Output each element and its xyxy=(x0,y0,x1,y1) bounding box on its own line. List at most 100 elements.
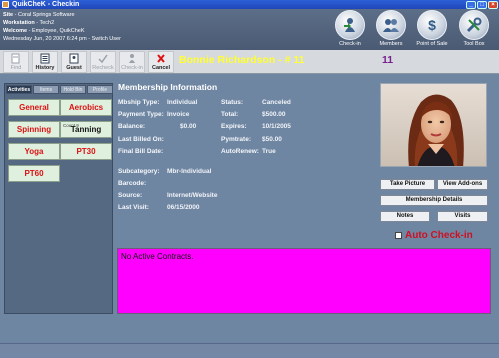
nav-pos-label: Point of Sale xyxy=(416,41,448,47)
nav-toolbox-label: Tool Box xyxy=(463,41,485,47)
find-button[interactable]: Find xyxy=(3,51,29,73)
total-label: Total: xyxy=(221,111,239,118)
nav-checkin-label: Check-in xyxy=(339,41,361,47)
subcategory-value: Mbr-Individual xyxy=(167,168,212,175)
header-bar: Site - Coral Springs Software Workstatio… xyxy=(0,9,499,50)
activity-general-button[interactable]: General xyxy=(8,99,60,116)
recheck-icon xyxy=(98,54,108,64)
mbship-type-value: Individual xyxy=(167,99,198,106)
membership-info-title: Membership Information xyxy=(118,82,218,92)
checkin-button[interactable]: Check-in xyxy=(119,51,145,73)
workstation-value: Tech2 xyxy=(39,20,55,26)
minimize-icon[interactable]: _ xyxy=(466,1,476,9)
take-picture-button[interactable]: Take Picture xyxy=(380,179,435,190)
window-title: QuikCheK - Checkin xyxy=(12,1,80,8)
app-icon xyxy=(2,1,9,8)
dollar-icon: $ xyxy=(417,10,447,40)
contracts-message: No Active Contracts. xyxy=(121,252,194,261)
tab-hold-bin[interactable]: Hold Bin xyxy=(60,85,86,94)
auto-checkin-label: Auto Check-in xyxy=(405,230,473,241)
toolbar: Find History Guest Recheck Check-in Canc… xyxy=(0,50,499,74)
checkin-small-icon xyxy=(129,54,135,63)
guest-icon xyxy=(69,53,79,64)
recheck-button[interactable]: Recheck xyxy=(90,51,116,73)
tab-items[interactable]: Items xyxy=(33,85,59,94)
expires-label: Expires: xyxy=(221,123,247,130)
nav-members-label: Members xyxy=(379,41,403,47)
datetime: Wednesday Jun, 20 2007 6:24 pm xyxy=(3,36,87,42)
activity-pt60-button[interactable]: PT60 xyxy=(8,165,60,182)
status-value: Canceled xyxy=(262,99,291,106)
site-label: Site xyxy=(3,12,14,18)
activity-spinning-button[interactable]: Spinning xyxy=(8,121,60,138)
last-visit-value: 06/15/2000 xyxy=(167,204,200,211)
checkin-label: Check-in xyxy=(121,65,143,71)
guest-button[interactable]: Guest xyxy=(61,51,87,73)
close-icon[interactable]: × xyxy=(488,1,498,9)
tab-activities[interactable]: Activities xyxy=(6,85,32,94)
last-billed-label: Last Billed On: xyxy=(118,136,164,143)
status-bar xyxy=(0,343,499,358)
nav-checkin-button[interactable]: Check-in xyxy=(330,10,370,50)
activity-aerobics-button[interactable]: Aerobics xyxy=(60,99,112,116)
autorenew-value: True xyxy=(262,148,276,155)
view-addons-button[interactable]: View Add-ons xyxy=(437,179,488,190)
pymtrate-label: Pymtrate: xyxy=(221,136,251,143)
activities-panel: Activities Items Hold Bin Profile Genera… xyxy=(4,83,113,314)
barcode-label: Barcode: xyxy=(118,180,147,187)
cancel-button[interactable]: Cancel xyxy=(148,51,174,73)
source-value: Internet/Website xyxy=(167,192,218,199)
notes-button[interactable]: Notes xyxy=(380,211,430,222)
svg-text:$: $ xyxy=(428,17,436,33)
find-label: Find xyxy=(10,65,22,71)
nav-members-button[interactable]: Members xyxy=(371,10,411,50)
cancel-icon xyxy=(157,54,165,63)
activity-tanning-button[interactable]: Count 9 Tanning xyxy=(60,121,112,138)
recheck-label: Recheck xyxy=(92,65,114,71)
toolbox-icon xyxy=(459,10,489,40)
members-icon xyxy=(376,10,406,40)
member-name: Bonnie Richardson - # 11 xyxy=(179,54,305,66)
expires-value: 10/1/2005 xyxy=(262,123,291,130)
session-info: Site - Coral Springs Software Workstatio… xyxy=(3,12,121,42)
welcome-value: Employee, QuikCheK xyxy=(31,28,85,34)
window-title-bar: QuikCheK - Checkin _ □ × xyxy=(0,0,499,9)
activity-pt30-button[interactable]: PT30 xyxy=(60,143,112,160)
payment-type-value: Invoice xyxy=(167,111,190,118)
last-visit-label: Last Visit: xyxy=(118,204,149,211)
visits-button[interactable]: Visits xyxy=(437,211,488,222)
auto-checkin-toggle[interactable]: Auto Check-in xyxy=(395,230,473,241)
status-label: Status: xyxy=(221,99,244,106)
contracts-panel: No Active Contracts. xyxy=(117,248,491,314)
welcome-label: Welcome xyxy=(3,28,28,34)
history-icon xyxy=(40,53,50,64)
membership-details-button[interactable]: Membership Details xyxy=(380,195,488,206)
mbship-type-label: Mbship Type: xyxy=(118,99,160,106)
final-bill-label: Final Bill Date: xyxy=(118,148,164,155)
activity-yoga-button[interactable]: Yoga xyxy=(8,143,60,160)
auto-checkin-checkbox[interactable] xyxy=(395,232,402,239)
site-value: Coral Springs Software xyxy=(17,12,75,18)
nav-pos-button[interactable]: $ Point of Sale xyxy=(412,10,452,50)
member-photo xyxy=(380,83,487,167)
history-button[interactable]: History xyxy=(32,51,58,73)
balance-value: $0.00 xyxy=(180,123,197,130)
workstation-label: Workstation xyxy=(3,20,35,26)
payment-type-label: Payment Type: xyxy=(118,111,164,118)
nav-toolbox-button[interactable]: Tool Box xyxy=(454,10,494,50)
find-icon xyxy=(11,53,20,64)
pymtrate-value: $50.00 xyxy=(262,136,282,143)
switch-user-link[interactable]: Switch User xyxy=(92,36,121,42)
total-value: $500.00 xyxy=(262,111,286,118)
source-label: Source: xyxy=(118,192,143,199)
guest-label: Guest xyxy=(66,65,82,71)
balance-label: Balance: xyxy=(118,123,146,130)
member-id: 11 xyxy=(382,54,394,66)
subcategory-label: Subcategory: xyxy=(118,168,160,175)
tab-profile[interactable]: Profile xyxy=(87,85,113,94)
cancel-label: Cancel xyxy=(151,65,171,71)
maximize-icon[interactable]: □ xyxy=(477,1,487,9)
autorenew-label: AutoRenew: xyxy=(221,148,259,155)
checkin-icon xyxy=(335,10,365,40)
tanning-count: Count 9 xyxy=(63,123,79,128)
